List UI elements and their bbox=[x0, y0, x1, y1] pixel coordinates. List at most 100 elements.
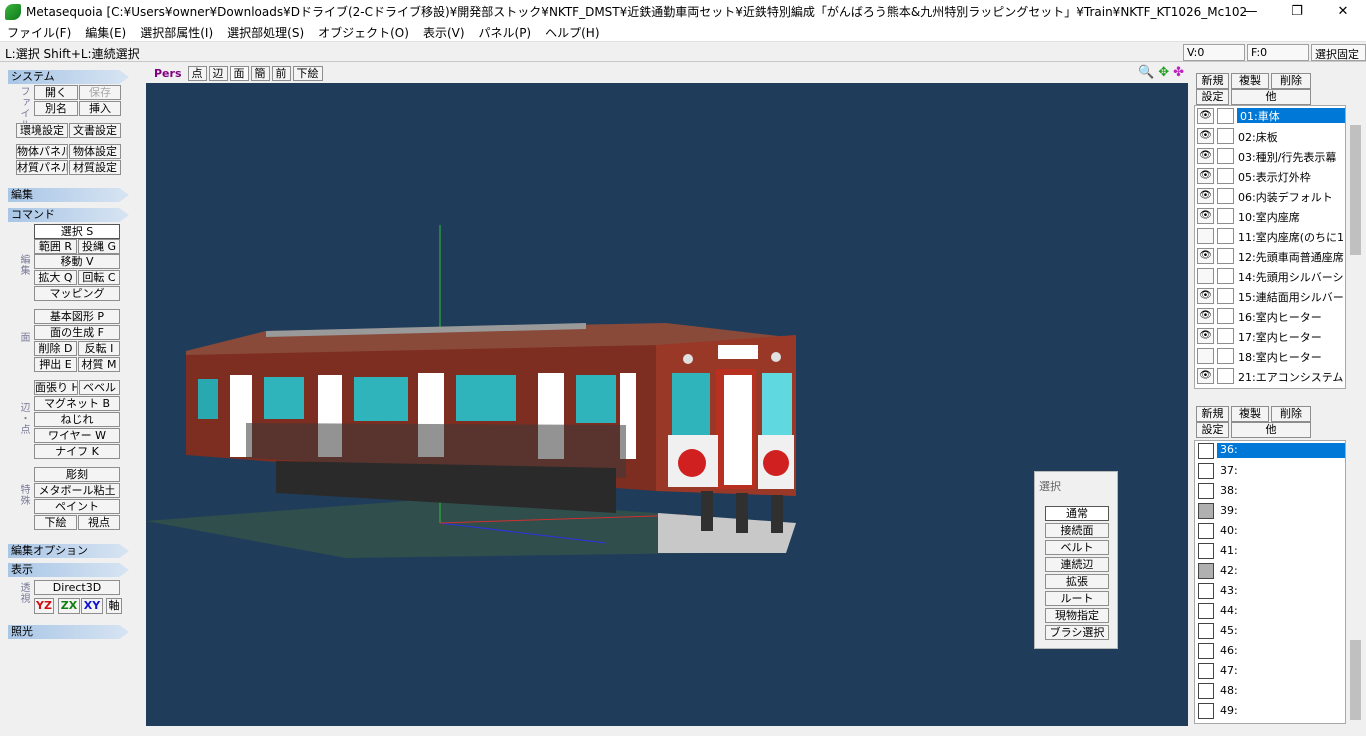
eye-icon[interactable]: 👁 bbox=[1197, 208, 1214, 224]
material-row[interactable]: 47: bbox=[1195, 661, 1345, 681]
object-row[interactable]: 11:室内座席(のちに1 bbox=[1195, 226, 1345, 246]
eye-icon[interactable] bbox=[1197, 348, 1214, 364]
section-command[interactable]: コマンド bbox=[8, 208, 129, 222]
axis-toggle-button[interactable]: 軸 bbox=[106, 598, 122, 614]
menu-edit[interactable]: 編集(E) bbox=[78, 24, 133, 41]
paint-tool-button[interactable]: ペイント bbox=[34, 499, 120, 514]
object-list[interactable]: 👁 01:車体 👁 02:床板 👁 03:種別/行先表示幕 👁 05:表示灯外枠 👁 06… bbox=[1194, 105, 1346, 389]
eye-icon[interactable]: 👁 bbox=[1197, 248, 1214, 264]
maximize-button[interactable]: ❐ bbox=[1274, 0, 1320, 23]
lock-icon[interactable] bbox=[1217, 288, 1234, 304]
section-lighting[interactable]: 照光 bbox=[8, 625, 129, 639]
scale-tool-button[interactable]: 拡大 Q bbox=[34, 270, 77, 285]
move-tool-button[interactable]: 移動 V bbox=[34, 254, 120, 269]
object-row[interactable]: 👁 15:連結面用シルバー bbox=[1195, 286, 1345, 306]
lock-icon[interactable] bbox=[1217, 208, 1234, 224]
sculpt-tool-button[interactable]: 彫刻 bbox=[34, 467, 120, 482]
eye-icon[interactable]: 👁 bbox=[1197, 368, 1214, 384]
open-button[interactable]: 開く bbox=[34, 85, 78, 100]
eye-icon[interactable]: 👁 bbox=[1197, 308, 1214, 324]
material-row[interactable]: 38: bbox=[1195, 481, 1345, 501]
material-row[interactable]: 42: bbox=[1195, 561, 1345, 581]
generate-face-button[interactable]: 面の生成 F bbox=[34, 325, 120, 340]
eye-icon[interactable]: 👁 bbox=[1197, 288, 1214, 304]
object-new-button[interactable]: 新規 bbox=[1196, 73, 1229, 89]
simple-mode-button[interactable]: 簡 bbox=[250, 66, 270, 81]
object-list-scrollbar[interactable] bbox=[1348, 105, 1363, 389]
lock-icon[interactable] bbox=[1217, 188, 1234, 204]
doc-settings-button[interactable]: 文書設定 bbox=[69, 123, 121, 138]
select-edge-loop-button[interactable]: 連続辺 bbox=[1045, 557, 1109, 572]
eye-icon[interactable] bbox=[1197, 228, 1214, 244]
material-row[interactable]: 39: bbox=[1195, 501, 1345, 521]
lock-icon[interactable] bbox=[1217, 348, 1234, 364]
lasso-tool-button[interactable]: 投縄 G bbox=[78, 239, 120, 254]
eye-icon[interactable]: 👁 bbox=[1197, 108, 1214, 124]
viewpoint-tool-button[interactable]: 視点 bbox=[78, 515, 120, 530]
material-row[interactable]: 37: bbox=[1195, 461, 1345, 481]
underlay-mode-button[interactable]: 下絵 bbox=[292, 66, 323, 81]
eye-icon[interactable]: 👁 bbox=[1197, 148, 1214, 164]
zx-view-button[interactable]: ZX bbox=[58, 598, 80, 614]
lock-icon[interactable] bbox=[1217, 268, 1234, 284]
material-row[interactable]: 44: bbox=[1195, 601, 1345, 621]
material-row[interactable]: 46: bbox=[1195, 641, 1345, 661]
section-system[interactable]: システム bbox=[8, 70, 129, 84]
material-row[interactable]: 41: bbox=[1195, 541, 1345, 561]
lock-icon[interactable] bbox=[1217, 328, 1234, 344]
section-display[interactable]: 表示 bbox=[8, 563, 129, 577]
3d-viewport[interactable]: Pers 点 辺 面 簡 前 下絵 🔍 ✥ ✤ bbox=[146, 64, 1188, 726]
lock-icon[interactable] bbox=[1217, 168, 1234, 184]
section-edit-options[interactable]: 編集オプション bbox=[8, 544, 129, 558]
material-row[interactable]: 36: bbox=[1195, 441, 1345, 461]
object-row[interactable]: 👁 17:室内ヒーター bbox=[1195, 326, 1345, 346]
material-row[interactable]: 40: bbox=[1195, 521, 1345, 541]
select-tool-button[interactable]: 選択 S bbox=[34, 224, 120, 239]
select-current-button[interactable]: 現物指定 bbox=[1045, 608, 1109, 623]
insert-button[interactable]: 挿入 bbox=[79, 101, 121, 116]
lock-icon[interactable] bbox=[1217, 368, 1234, 384]
lock-icon[interactable] bbox=[1217, 148, 1234, 164]
menu-panel[interactable]: パネル(P) bbox=[472, 24, 539, 41]
lock-icon[interactable] bbox=[1217, 248, 1234, 264]
material-settings-button-r[interactable]: 設定 bbox=[1196, 422, 1229, 438]
lock-icon[interactable] bbox=[1217, 108, 1234, 124]
material-row[interactable]: 48: bbox=[1195, 681, 1345, 701]
material-row[interactable]: 49: bbox=[1195, 701, 1345, 721]
yz-view-button[interactable]: YZ bbox=[34, 598, 54, 614]
menu-help[interactable]: ヘルプ(H) bbox=[538, 24, 606, 41]
face-mode-button[interactable]: 面 bbox=[229, 66, 249, 81]
mapping-tool-button[interactable]: マッピング bbox=[34, 286, 120, 301]
stretch-tool-button[interactable]: 面張り H bbox=[34, 380, 78, 395]
move-view-icon[interactable]: ✥ bbox=[1158, 65, 1169, 81]
eye-icon[interactable]: 👁 bbox=[1197, 328, 1214, 344]
material-row[interactable]: 43: bbox=[1195, 581, 1345, 601]
menu-selection-proc[interactable]: 選択部処理(S) bbox=[220, 24, 311, 41]
object-other-button[interactable]: 他 bbox=[1231, 89, 1311, 105]
env-settings-button[interactable]: 環境設定 bbox=[16, 123, 68, 138]
delete-tool-button[interactable]: 削除 D bbox=[34, 341, 77, 356]
material-other-button[interactable]: 他 bbox=[1231, 422, 1311, 438]
object-row[interactable]: 👁 02:床板 bbox=[1195, 126, 1345, 146]
eye-icon[interactable]: 👁 bbox=[1197, 128, 1214, 144]
flip-tool-button[interactable]: 反転 I bbox=[78, 341, 120, 356]
section-edit[interactable]: 編集 bbox=[8, 188, 129, 202]
select-normal-button[interactable]: 通常 bbox=[1045, 506, 1109, 521]
object-delete-button[interactable]: 削除 bbox=[1271, 73, 1311, 89]
lock-icon[interactable] bbox=[1217, 308, 1234, 324]
material-settings-button[interactable]: 材質設定 bbox=[69, 160, 121, 175]
object-row[interactable]: 👁 21:エアコンシステム bbox=[1195, 366, 1345, 386]
object-row[interactable]: 18:室内ヒーター bbox=[1195, 346, 1345, 366]
knife-tool-button[interactable]: ナイフ K bbox=[34, 444, 120, 459]
select-belt-button[interactable]: ベルト bbox=[1045, 540, 1109, 555]
object-row[interactable]: 14:先頭用シルバーシ bbox=[1195, 266, 1345, 286]
underlay-tool-button[interactable]: 下絵 bbox=[34, 515, 77, 530]
close-button[interactable]: ✕ bbox=[1320, 0, 1366, 23]
rotate-view-icon[interactable]: ✤ bbox=[1173, 65, 1184, 81]
object-settings-button[interactable]: 物体設定 bbox=[69, 144, 121, 159]
object-row[interactable]: 👁 16:室内ヒーター bbox=[1195, 306, 1345, 326]
object-row[interactable]: 👁 01:車体 bbox=[1195, 106, 1345, 126]
material-tool-button[interactable]: 材質 M bbox=[78, 357, 120, 372]
object-row[interactable]: 👁 12:先頭車両普通座席 bbox=[1195, 246, 1345, 266]
selection-lock-button[interactable]: 選択固定 bbox=[1311, 44, 1366, 61]
